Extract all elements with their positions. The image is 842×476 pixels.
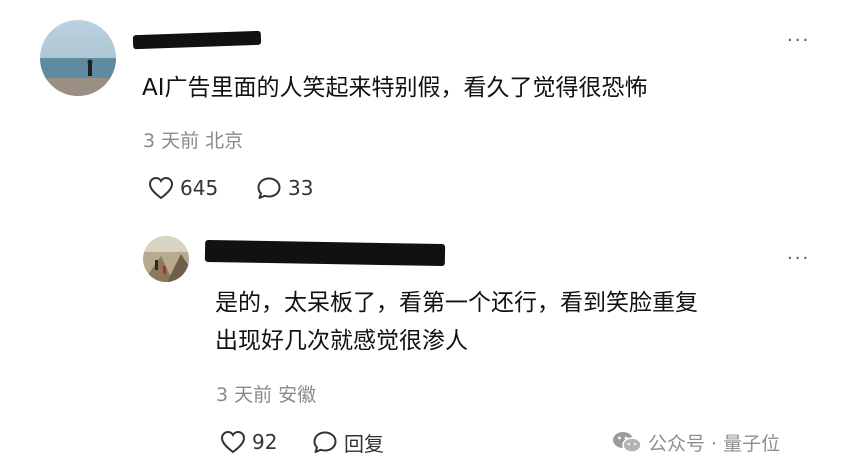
avatar-replier[interactable]	[143, 236, 189, 282]
redacted-replier-name	[204, 239, 446, 267]
redacted-username	[132, 30, 262, 50]
avatar-beach-image	[40, 20, 116, 96]
reply-more-options-button[interactable]: ···	[787, 250, 810, 268]
speech-bubble-icon	[256, 176, 282, 200]
heart-outline-icon	[148, 176, 174, 200]
reply-count-button[interactable]: 33	[256, 174, 313, 202]
like-button[interactable]: 645	[148, 174, 218, 202]
reply-meta: 3 天前 安徽	[216, 384, 317, 406]
reply-like-count: 92	[252, 430, 278, 454]
reply-text-line2: 出现好几次就感觉很渗人	[215, 328, 468, 354]
avatar-commenter[interactable]	[40, 20, 116, 96]
speech-bubble-icon	[312, 430, 338, 454]
wechat-icon	[612, 430, 642, 454]
watermark-text: 公众号 · 量子位	[648, 432, 781, 455]
like-count: 645	[180, 176, 219, 200]
comment-text: AI广告里面的人笑起来特别假，看久了觉得很恐怖	[142, 75, 648, 101]
reply-label: 回复	[344, 431, 384, 456]
comment-meta: 3 天前 北京	[143, 130, 244, 152]
reply-like-button[interactable]: 92	[220, 428, 277, 456]
reply-button[interactable]: 回复	[312, 428, 384, 456]
more-dots-icon: ···	[787, 248, 811, 269]
more-options-button[interactable]: ···	[787, 32, 810, 50]
reply-count: 33	[288, 176, 314, 200]
watermark: 公众号 · 量子位	[612, 429, 780, 455]
heart-outline-icon	[220, 430, 246, 454]
avatar-landscape-image	[143, 236, 189, 282]
more-dots-icon: ···	[787, 30, 811, 51]
reply-text-line1: 是的，太呆板了，看第一个还行，看到笑脸重复	[215, 290, 698, 316]
